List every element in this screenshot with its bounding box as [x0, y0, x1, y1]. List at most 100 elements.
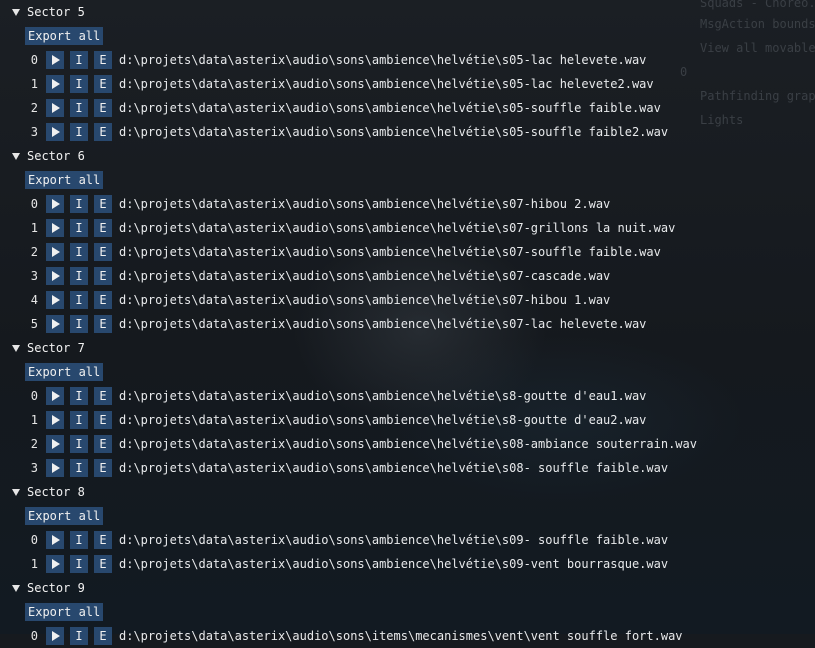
triangle-down-icon[interactable]: [12, 152, 20, 160]
play-button[interactable]: [46, 291, 64, 309]
file-index: 3: [30, 461, 38, 475]
play-icon: [52, 631, 60, 641]
sector-header[interactable]: Sector 9: [0, 576, 815, 600]
export-button[interactable]: E: [94, 195, 112, 213]
triangle-down-icon[interactable]: [12, 344, 20, 352]
sector-header[interactable]: Sector 8: [0, 480, 815, 504]
file-path: d:\projets\data\asterix\audio\sons\ambie…: [119, 461, 669, 475]
import-button[interactable]: I: [70, 627, 88, 645]
export-button[interactable]: E: [94, 411, 112, 429]
import-button[interactable]: I: [70, 195, 88, 213]
export-all-button[interactable]: Export all: [25, 363, 104, 381]
export-button[interactable]: E: [94, 123, 112, 141]
sector-title: Sector 6: [27, 149, 85, 163]
sector-group: Sector 7 Export all 0 I Ed:\projets\data\ast…: [0, 336, 815, 480]
import-button[interactable]: I: [70, 123, 88, 141]
import-button[interactable]: I: [70, 99, 88, 117]
export-button[interactable]: E: [94, 267, 112, 285]
sound-file-row: 2 I Ed:\projets\data\asterix\audio\sons\am…: [0, 432, 815, 456]
play-button[interactable]: [46, 195, 64, 213]
import-button[interactable]: I: [70, 435, 88, 453]
file-index: 3: [30, 269, 38, 283]
play-button[interactable]: [46, 435, 64, 453]
play-button[interactable]: [46, 123, 64, 141]
export-button[interactable]: E: [94, 531, 112, 549]
import-button[interactable]: I: [70, 51, 88, 69]
export-button[interactable]: E: [94, 555, 112, 573]
import-button[interactable]: I: [70, 75, 88, 93]
file-path: d:\projets\data\asterix\audio\sons\ambie…: [119, 245, 661, 259]
play-button[interactable]: [46, 51, 64, 69]
export-button[interactable]: E: [94, 75, 112, 93]
play-button[interactable]: [46, 243, 64, 261]
play-button[interactable]: [46, 267, 64, 285]
sound-file-row: 2 I Ed:\projets\data\asterix\audio\sons\am…: [0, 96, 815, 120]
sound-file-row: 3 I Ed:\projets\data\asterix\audio\sons\am…: [0, 264, 815, 288]
export-all-row: Export all: [0, 168, 815, 192]
file-path: d:\projets\data\asterix\audio\sons\ambie…: [119, 125, 669, 139]
export-button[interactable]: E: [94, 243, 112, 261]
export-all-row: Export all: [0, 504, 815, 528]
play-button[interactable]: [46, 531, 64, 549]
file-path: d:\projets\data\asterix\audio\sons\ambie…: [119, 101, 661, 115]
file-path: d:\projets\data\asterix\audio\sons\ambie…: [119, 221, 676, 235]
export-all-row: Export all: [0, 600, 815, 624]
export-all-button[interactable]: Export all: [25, 507, 104, 525]
export-all-button[interactable]: Export all: [25, 27, 104, 45]
triangle-down-icon[interactable]: [12, 488, 20, 496]
export-button[interactable]: E: [94, 387, 112, 405]
file-index: 1: [30, 77, 38, 91]
import-button[interactable]: I: [70, 411, 88, 429]
import-button[interactable]: I: [70, 387, 88, 405]
file-path: d:\projets\data\asterix\audio\sons\ambie…: [119, 293, 611, 307]
export-button[interactable]: E: [94, 315, 112, 333]
play-button[interactable]: [46, 555, 64, 573]
export-button[interactable]: E: [94, 99, 112, 117]
import-button[interactable]: I: [70, 219, 88, 237]
play-button[interactable]: [46, 459, 64, 477]
sector-group: Sector 5 Export all 0 I Ed:\projets\data\ast…: [0, 0, 815, 144]
sector-header[interactable]: Sector 7: [0, 336, 815, 360]
sound-file-row: 1 I Ed:\projets\data\asterix\audio\sons\am…: [0, 72, 815, 96]
export-button[interactable]: E: [94, 627, 112, 645]
file-index: 3: [30, 125, 38, 139]
file-path: d:\projets\data\asterix\audio\sons\ambie…: [119, 269, 611, 283]
play-button[interactable]: [46, 315, 64, 333]
play-button[interactable]: [46, 411, 64, 429]
export-button[interactable]: E: [94, 291, 112, 309]
sector-header[interactable]: Sector 5: [0, 0, 815, 24]
import-button[interactable]: I: [70, 267, 88, 285]
file-index: 2: [30, 101, 38, 115]
file-index: 0: [30, 197, 38, 211]
play-icon: [52, 79, 60, 89]
sound-sector-panel: Sector 5 Export all 0 I Ed:\projets\data\ast…: [0, 0, 815, 648]
export-all-button[interactable]: Export all: [25, 603, 104, 621]
play-button[interactable]: [46, 99, 64, 117]
export-button[interactable]: E: [94, 219, 112, 237]
sector-group: Sector 9 Export all 0 I Ed:\projets\data\ast…: [0, 576, 815, 648]
file-index: 1: [30, 221, 38, 235]
play-button[interactable]: [46, 75, 64, 93]
import-button[interactable]: I: [70, 291, 88, 309]
file-path: d:\projets\data\asterix\audio\sons\ambie…: [119, 557, 669, 571]
import-button[interactable]: I: [70, 459, 88, 477]
file-index: 1: [30, 557, 38, 571]
play-icon: [52, 247, 60, 257]
import-button[interactable]: I: [70, 531, 88, 549]
play-button[interactable]: [46, 387, 64, 405]
file-index: 0: [30, 533, 38, 547]
export-button[interactable]: E: [94, 51, 112, 69]
import-button[interactable]: I: [70, 315, 88, 333]
sector-header[interactable]: Sector 6: [0, 144, 815, 168]
triangle-down-icon[interactable]: [12, 584, 20, 592]
export-button[interactable]: E: [94, 459, 112, 477]
export-all-button[interactable]: Export all: [25, 171, 104, 189]
sound-file-row: 0 I Ed:\projets\data\asterix\audio\sons\am…: [0, 528, 815, 552]
file-index: 1: [30, 413, 38, 427]
import-button[interactable]: I: [70, 243, 88, 261]
triangle-down-icon[interactable]: [12, 8, 20, 16]
export-button[interactable]: E: [94, 435, 112, 453]
play-button[interactable]: [46, 627, 64, 645]
import-button[interactable]: I: [70, 555, 88, 573]
play-button[interactable]: [46, 219, 64, 237]
